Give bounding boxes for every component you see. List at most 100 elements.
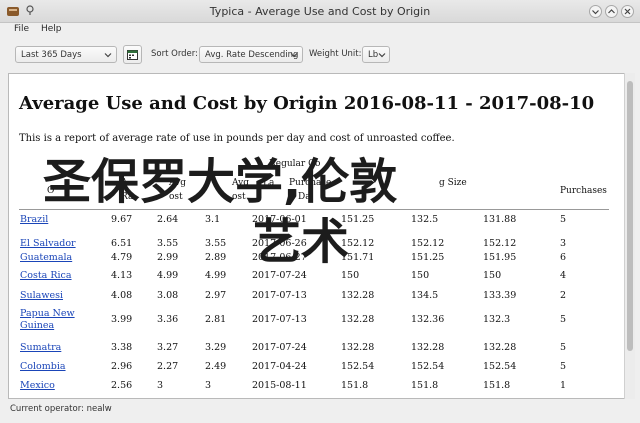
table-cell-date: 2017-04-24 <box>252 361 307 372</box>
report-viewer[interactable]: Average Use and Cost by Origin 2016-08-1… <box>8 73 626 399</box>
table-cell-c2: 2.49 <box>205 361 227 372</box>
calendar-icon <box>127 50 138 60</box>
table-cell-c2: 3 <box>205 380 212 391</box>
chevron-down-icon <box>290 53 298 58</box>
table-cell-n: 2 <box>560 290 567 301</box>
title-bar: Typica - Average Use and Cost by Origin <box>0 0 640 23</box>
table-cell-c1: 2.64 <box>157 214 179 225</box>
table-cell-n: 4 <box>560 270 567 281</box>
table-cell-s1: 132.28 <box>341 342 375 353</box>
table-cell-s2: 132.5 <box>411 214 439 225</box>
maximize-icon[interactable] <box>605 5 618 18</box>
table-cell-s2: 151.25 <box>411 252 445 263</box>
origin-link-line-2[interactable]: Guinea <box>20 320 54 331</box>
scrollbar-thumb[interactable] <box>627 81 633 351</box>
table-cell-date: 2017-07-24 <box>252 270 307 281</box>
table-cell-rate: 4.79 <box>111 252 133 263</box>
table-cell-rate: 3.38 <box>111 342 133 353</box>
table-cell-s2: 132.28 <box>411 342 445 353</box>
column-header-avg-size: g Size <box>439 178 467 188</box>
weight-unit-value: Lb <box>368 50 379 60</box>
table-cell-c2: 2.81 <box>205 314 227 325</box>
origin-link[interactable]: Costa Rica <box>20 270 72 281</box>
table-cell-rate: 9.67 <box>111 214 133 225</box>
chevron-down-icon <box>378 53 386 58</box>
menu-file[interactable]: File <box>14 24 29 34</box>
table-cell-s3: 132.28 <box>483 342 517 353</box>
close-icon[interactable] <box>621 5 634 18</box>
origin-link[interactable]: Sumatra <box>20 342 61 353</box>
table-cell-s3: 151.95 <box>483 252 517 263</box>
table-cell-c2: 3.29 <box>205 342 227 353</box>
table-cell-s3: 151.8 <box>483 380 511 391</box>
table-cell-s2: 150 <box>411 270 430 281</box>
table-cell-s3: 150 <box>483 270 502 281</box>
origin-link[interactable]: Sulawesi <box>20 290 63 301</box>
table-cell-date: 2017-07-13 <box>252 314 307 325</box>
table-cell-s3: 152.54 <box>483 361 517 372</box>
table-cell-s2: 151.8 <box>411 380 439 391</box>
table-cell-s2: 132.36 <box>411 314 445 325</box>
table-cell-c1: 3 <box>157 380 164 391</box>
menu-help[interactable]: Help <box>41 24 62 34</box>
window-title: Typica - Average Use and Cost by Origin <box>209 5 431 18</box>
table-cell-date: 2017-07-13 <box>252 290 307 301</box>
table-cell-c2: 2.97 <box>205 290 227 301</box>
table-cell-c1: 3.36 <box>157 314 179 325</box>
watermark-line-2: 艺术 <box>253 214 350 270</box>
table-cell-s1: 151.8 <box>341 380 369 391</box>
table-cell-s3: 132.3 <box>483 314 511 325</box>
table-cell-n: 5 <box>560 214 567 225</box>
origin-link[interactable]: Papua New <box>20 308 75 319</box>
table-cell-rate: 4.08 <box>111 290 133 301</box>
date-range-select[interactable]: Last 365 Days <box>15 46 117 63</box>
report-description: This is a report of average rate of use … <box>19 133 455 144</box>
date-range-value: Last 365 Days <box>21 50 82 60</box>
table-cell-date: 2017-07-24 <box>252 342 307 353</box>
origin-link[interactable]: Brazil <box>20 214 48 225</box>
table-cell-s1: 132.28 <box>341 314 375 325</box>
table-cell-n: 5 <box>560 342 567 353</box>
table-cell-s2: 134.5 <box>411 290 439 301</box>
origin-link[interactable]: Colombia <box>20 361 66 372</box>
sort-order-value: Avg. Rate Descending <box>205 50 299 60</box>
table-cell-rate: 3.99 <box>111 314 133 325</box>
table-cell-s2: 152.54 <box>411 361 445 372</box>
sort-order-label: Sort Order: <box>151 49 198 59</box>
table-cell-s3: 131.88 <box>483 214 517 225</box>
calendar-button[interactable] <box>123 45 142 64</box>
table-cell-rate: 2.96 <box>111 361 133 372</box>
table-cell-c1: 2.27 <box>157 361 179 372</box>
table-cell-n: 3 <box>560 238 567 249</box>
table-cell-rate: 6.51 <box>111 238 133 249</box>
table-cell-c1: 3.08 <box>157 290 179 301</box>
watermark-line-1: 圣保罗大学,伦敦 <box>43 154 398 210</box>
table-cell-c1: 3.55 <box>157 238 179 249</box>
table-cell-c2: 4.99 <box>205 270 227 281</box>
chevron-down-icon <box>104 53 112 58</box>
status-bar: Current operator: nealw <box>0 400 640 423</box>
vertical-scrollbar[interactable] <box>624 73 635 399</box>
table-cell-c2: 2.89 <box>205 252 227 263</box>
weight-unit-select[interactable]: Lb <box>362 46 390 63</box>
origin-link[interactable]: El Salvador <box>20 238 76 249</box>
table-cell-rate: 4.13 <box>111 270 133 281</box>
table-cell-s3: 133.39 <box>483 290 517 301</box>
table-cell-n: 1 <box>560 380 567 391</box>
table-cell-s1: 132.28 <box>341 290 375 301</box>
column-header-purchases: Purchases <box>560 186 607 196</box>
sort-order-select[interactable]: Avg. Rate Descending <box>199 46 303 63</box>
current-operator: Current operator: nealw <box>10 404 112 414</box>
origin-link[interactable]: Mexico <box>20 380 55 391</box>
table-cell-c1: 4.99 <box>157 270 179 281</box>
menu-bar: File Help <box>0 22 640 39</box>
table-cell-c2: 3.1 <box>205 214 221 225</box>
report-title: Average Use and Cost by Origin 2016-08-1… <box>19 93 595 114</box>
table-cell-s3: 152.12 <box>483 238 517 249</box>
table-cell-rate: 2.56 <box>111 380 133 391</box>
table-cell-c2: 3.55 <box>205 238 227 249</box>
minimize-icon[interactable] <box>589 5 602 18</box>
origin-link[interactable]: Guatemala <box>20 252 72 263</box>
weight-unit-label: Weight Unit: <box>309 49 362 59</box>
table-cell-date: 2015-08-11 <box>252 380 307 391</box>
